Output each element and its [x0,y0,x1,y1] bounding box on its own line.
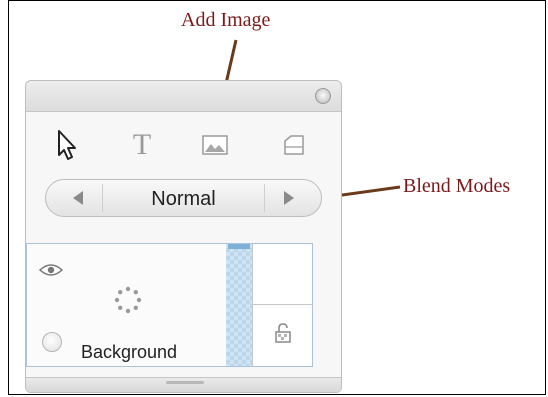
layer-row-background[interactable]: Background [27,244,225,366]
unlocked-padlock-icon[interactable] [273,322,293,344]
blend-next-button[interactable] [277,186,301,210]
blend-divider [264,184,265,212]
panel-titlebar[interactable] [26,81,341,112]
layer-lock-column [252,244,313,366]
resize-grip[interactable] [166,381,204,384]
tool-row: T [26,125,341,165]
panel-resize-bar[interactable] [26,377,341,392]
select-tool-button[interactable] [50,128,84,162]
loading-spinner-icon [114,286,142,314]
blend-mode-selector[interactable]: Normal [45,179,322,217]
layer-name: Background [81,342,178,362]
arrow-cursor-icon [58,130,76,160]
layer-list: Background [26,243,313,367]
shape-tool-button[interactable] [277,128,311,162]
close-icon[interactable] [315,88,331,104]
layers-panel: T Normal Background [25,80,342,393]
lock-column-top-cell [253,244,313,305]
eye-icon[interactable] [39,263,63,277]
text-t-icon: T [132,128,152,161]
layer-select-radio[interactable] [42,332,62,352]
shape-icon [284,135,304,155]
text-tool-button[interactable]: T [125,128,159,162]
triangle-right-icon [284,191,294,205]
add-image-button[interactable] [198,128,232,162]
image-icon [202,135,228,155]
scrollbar-thumb[interactable] [228,244,250,249]
layer-scrollbar[interactable] [226,244,252,366]
